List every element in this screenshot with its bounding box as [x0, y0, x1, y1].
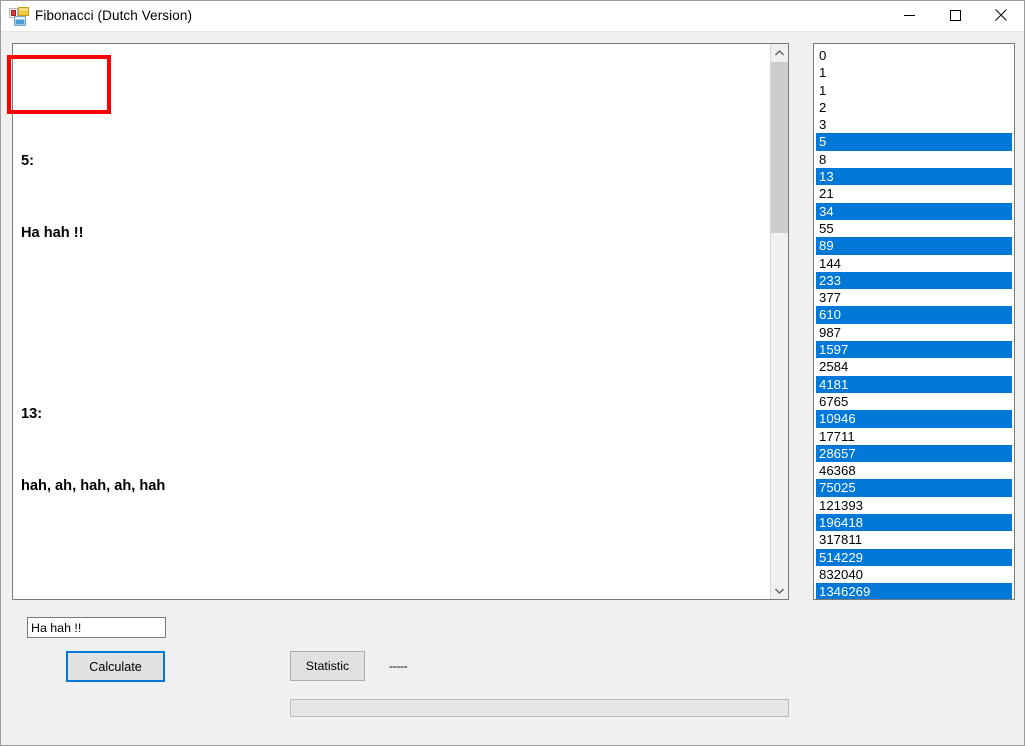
- list-item[interactable]: 0: [816, 47, 1012, 64]
- list-item[interactable]: 89: [816, 237, 1012, 255]
- scrollbar-thumb[interactable]: [771, 62, 788, 233]
- calculate-button[interactable]: Calculate: [66, 651, 165, 682]
- list-item[interactable]: 34: [816, 202, 1012, 220]
- list-item[interactable]: 4181: [816, 375, 1012, 393]
- scroll-up-arrow-icon[interactable]: [771, 44, 788, 61]
- list-item[interactable]: 3: [816, 116, 1012, 133]
- list-item[interactable]: 121393: [816, 497, 1012, 514]
- list-item[interactable]: 144: [816, 255, 1012, 272]
- scroll-down-arrow-icon[interactable]: [771, 582, 788, 599]
- output-block-header: 13:: [21, 405, 43, 422]
- statistic-value-label: -----: [389, 659, 408, 673]
- list-item[interactable]: 377: [816, 289, 1012, 306]
- output-text-content: 5: Ha hah !! 13: hah, ah, hah, ah, hah 3…: [13, 44, 770, 599]
- list-item[interactable]: 2584: [816, 358, 1012, 375]
- minimize-button[interactable]: [886, 1, 932, 31]
- statistic-button[interactable]: Statistic: [290, 651, 365, 681]
- list-item[interactable]: 28657: [816, 444, 1012, 463]
- list-item[interactable]: 13: [816, 168, 1012, 186]
- list-item[interactable]: 55: [816, 220, 1012, 237]
- maximize-icon: [949, 9, 961, 24]
- fibonacci-listbox[interactable]: 0 1 1 2 3 5 8 13 21 34 55 89 144 233 377 610 987 1597 2584…: [813, 43, 1015, 600]
- list-item[interactable]: 1597: [816, 341, 1012, 359]
- list-item[interactable]: 6765: [816, 393, 1012, 410]
- list-item[interactable]: 10946: [816, 410, 1012, 428]
- progress-bar: [290, 699, 789, 717]
- list-item[interactable]: 196418: [816, 514, 1012, 532]
- list-item[interactable]: 1: [816, 64, 1012, 81]
- output-block-body: hah, ah, hah, ah, hah: [21, 478, 166, 495]
- list-item[interactable]: 17711: [816, 428, 1012, 445]
- title-bar: Fibonacci (Dutch Version): [1, 1, 1024, 32]
- list-item[interactable]: 46368: [816, 462, 1012, 479]
- list-item[interactable]: 987: [816, 324, 1012, 341]
- maximize-button[interactable]: [932, 1, 978, 31]
- output-block: 5: Ha hah !!: [21, 100, 766, 294]
- list-item[interactable]: 610: [816, 306, 1012, 324]
- output-textbox[interactable]: 5: Ha hah !! 13: hah, ah, hah, ah, hah 3…: [12, 43, 789, 600]
- application-window: Fibonacci (Dutch Version) 5: Ha hah !! 1…: [0, 0, 1025, 746]
- list-item[interactable]: 317811: [816, 531, 1012, 548]
- list-item[interactable]: 1346269: [816, 583, 1012, 599]
- list-item[interactable]: 233: [816, 271, 1012, 290]
- list-item[interactable]: 21: [816, 185, 1012, 202]
- word-input[interactable]: [27, 617, 166, 638]
- output-block-body: Ha hah !!: [21, 225, 84, 242]
- list-item[interactable]: 75025: [816, 479, 1012, 497]
- output-block: 13: hah, ah, hah, ah, hah: [21, 353, 766, 547]
- output-block-header: 5:: [21, 152, 34, 169]
- close-button[interactable]: [978, 1, 1024, 31]
- app-icon: [9, 7, 29, 26]
- list-item[interactable]: 2: [816, 99, 1012, 116]
- list-item[interactable]: 514229: [816, 548, 1012, 566]
- list-item[interactable]: 8: [816, 151, 1012, 168]
- output-scrollbar[interactable]: [770, 44, 788, 599]
- list-item[interactable]: 1: [816, 82, 1012, 99]
- close-icon: [995, 8, 1007, 24]
- list-item[interactable]: 832040: [816, 566, 1012, 583]
- minimize-icon: [903, 9, 915, 24]
- window-title: Fibonacci (Dutch Version): [35, 8, 193, 23]
- list-item[interactable]: 5: [816, 133, 1012, 151]
